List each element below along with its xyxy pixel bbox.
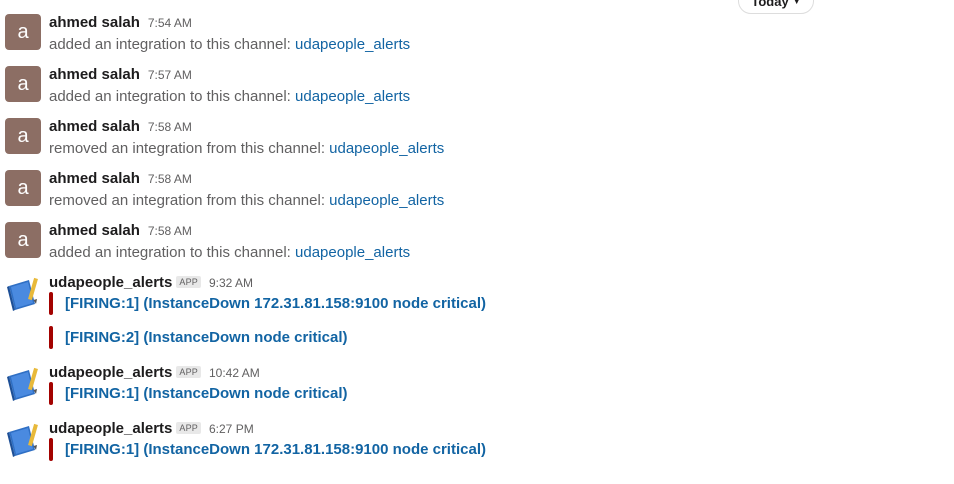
chevron-down-icon: ▼ — [792, 0, 801, 6]
author-name[interactable]: ahmed salah — [49, 170, 140, 187]
alert-title-link[interactable]: [FIRING:1] (InstanceDown 172.31.81.158:9… — [65, 441, 486, 458]
date-divider-label: Today — [751, 0, 789, 9]
author-name[interactable]: ahmed salah — [49, 66, 140, 83]
message-body: added an integration to this channel: — [49, 36, 296, 53]
message-header: ahmed salah 7:58 AM — [49, 222, 192, 240]
channel-integration-link[interactable]: udapeople_alerts — [329, 192, 444, 209]
message-body: removed an integration from this channel… — [49, 192, 330, 209]
message-text: removed an integration from this channel… — [49, 192, 444, 209]
message-header: ahmed salah 7:54 AM — [49, 14, 192, 32]
message-text: added an integration to this channel: ud… — [49, 36, 410, 53]
message-body: added an integration to this channel: — [49, 244, 296, 261]
alert-color-bar — [49, 326, 53, 349]
avatar[interactable]: a — [5, 14, 41, 50]
blue-book-icon[interactable] — [5, 422, 41, 458]
blue-book-icon[interactable] — [5, 276, 41, 312]
author-name[interactable]: ahmed salah — [49, 222, 140, 239]
alert-color-bar — [49, 292, 53, 315]
message-text: added an integration to this channel: ud… — [49, 88, 410, 105]
alert-attachment: [FIRING:1] (InstanceDown 172.31.81.158:9… — [49, 438, 486, 461]
message-header: udapeople_alerts APP 6:27 PM — [49, 420, 254, 438]
avatar[interactable]: a — [5, 118, 41, 154]
author-name[interactable]: ahmed salah — [49, 14, 140, 31]
message-header: ahmed salah 7:58 AM — [49, 118, 192, 136]
timestamp[interactable]: 7:58 AM — [148, 120, 192, 134]
channel-integration-link[interactable]: udapeople_alerts — [329, 140, 444, 157]
timestamp[interactable]: 7:58 AM — [148, 224, 192, 238]
alert-title-link[interactable]: [FIRING:1] (InstanceDown node critical) — [65, 385, 348, 402]
channel-integration-link[interactable]: udapeople_alerts — [295, 244, 410, 261]
alert-title-link[interactable]: [FIRING:2] (InstanceDown node critical) — [65, 329, 348, 346]
message-header: udapeople_alerts APP 10:42 AM — [49, 364, 260, 382]
author-name[interactable]: udapeople_alerts — [49, 274, 172, 291]
timestamp[interactable]: 7:58 AM — [148, 172, 192, 186]
alert-attachment: [FIRING:1] (InstanceDown node critical) — [49, 382, 348, 405]
message-header: ahmed salah 7:58 AM — [49, 170, 192, 188]
message-body: added an integration to this channel: — [49, 88, 296, 105]
message-body: removed an integration from this channel… — [49, 140, 330, 157]
author-name[interactable]: ahmed salah — [49, 118, 140, 135]
message-text: added an integration to this channel: ud… — [49, 244, 410, 261]
timestamp[interactable]: 7:57 AM — [148, 68, 192, 82]
blue-book-icon[interactable] — [5, 366, 41, 402]
alert-title-link[interactable]: [FIRING:1] (InstanceDown 172.31.81.158:9… — [65, 295, 486, 312]
avatar[interactable]: a — [5, 222, 41, 258]
alert-color-bar — [49, 438, 53, 461]
alert-attachment: [FIRING:1] (InstanceDown 172.31.81.158:9… — [49, 292, 486, 315]
message-header: ahmed salah 7:57 AM — [49, 66, 192, 84]
channel-integration-link[interactable]: udapeople_alerts — [295, 36, 410, 53]
app-badge: APP — [176, 366, 201, 378]
author-name[interactable]: udapeople_alerts — [49, 420, 172, 437]
message-header: udapeople_alerts APP 9:32 AM — [49, 274, 253, 292]
timestamp[interactable]: 6:27 PM — [209, 422, 254, 436]
channel-integration-link[interactable]: udapeople_alerts — [295, 88, 410, 105]
timestamp[interactable]: 9:32 AM — [209, 276, 253, 290]
author-name[interactable]: udapeople_alerts — [49, 364, 172, 381]
avatar[interactable]: a — [5, 66, 41, 102]
avatar[interactable]: a — [5, 170, 41, 206]
timestamp[interactable]: 10:42 AM — [209, 366, 260, 380]
timestamp[interactable]: 7:54 AM — [148, 16, 192, 30]
app-badge: APP — [176, 422, 201, 434]
alert-attachment: [FIRING:2] (InstanceDown node critical) — [49, 326, 348, 349]
app-badge: APP — [176, 276, 201, 288]
alert-color-bar — [49, 382, 53, 405]
message-text: removed an integration from this channel… — [49, 140, 444, 157]
date-divider-button[interactable]: Today ▼ — [738, 0, 814, 14]
